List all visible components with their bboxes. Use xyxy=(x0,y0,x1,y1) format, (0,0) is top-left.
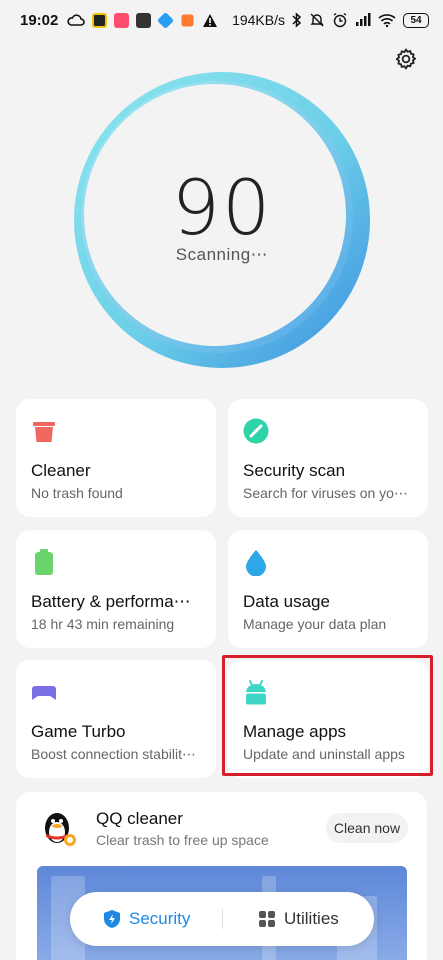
bluetooth-icon xyxy=(292,12,302,28)
tab-security[interactable]: Security xyxy=(103,892,190,946)
card-subtitle: Update and uninstall apps xyxy=(243,746,405,762)
card-title: Cleaner xyxy=(31,461,91,480)
warning-icon xyxy=(203,13,218,27)
cleaner-card[interactable]: Cleaner No trash found xyxy=(16,399,216,517)
status-time: 19:02 xyxy=(20,11,59,29)
app-notification-icon xyxy=(114,12,130,28)
card-subtitle: No trash found xyxy=(31,485,123,501)
tab-utilities-label: Utilities xyxy=(284,909,339,928)
scan-progress-ring: 90 Scanning⋯ xyxy=(65,68,379,372)
card-subtitle: Boost connection stabilit⋯ xyxy=(31,746,196,762)
app-notification-icon xyxy=(92,12,108,28)
battery-performance-card[interactable]: Battery & performa⋯ 18 hr 43 min remaini… xyxy=(16,530,216,648)
nav-divider xyxy=(222,909,223,929)
game-turbo-card[interactable]: Game Turbo Boost connection stabilit⋯ xyxy=(16,660,216,778)
qq-cleaner-title: QQ cleaner xyxy=(96,809,183,828)
data-usage-card[interactable]: Data usage Manage your data plan xyxy=(228,530,428,648)
android-app-icon xyxy=(246,680,266,705)
card-title: Security scan xyxy=(243,461,346,480)
gamepad-icon xyxy=(32,686,56,700)
bottom-navigation: Security Utilities xyxy=(70,892,374,946)
card-subtitle: Search for viruses on yo⋯ xyxy=(243,485,408,501)
battery-indicator: 54 xyxy=(403,12,429,28)
settings-button[interactable] xyxy=(393,46,419,72)
battery-icon xyxy=(35,549,53,575)
app-notification-icon xyxy=(136,12,152,28)
alarm-icon xyxy=(333,12,347,28)
security-scan-card[interactable]: Security scan Search for viruses on yo⋯ xyxy=(228,399,428,517)
trash-icon xyxy=(33,422,55,442)
mute-icon xyxy=(310,13,324,27)
tab-security-label: Security xyxy=(129,909,191,928)
tab-utilities[interactable]: Utilities xyxy=(258,892,339,946)
card-title: Manage apps xyxy=(243,722,347,741)
card-subtitle: Manage your data plan xyxy=(243,616,387,632)
status-bar: 19:02 194KB/s 54 xyxy=(0,0,443,40)
app-notification-icon xyxy=(157,11,175,29)
manage-apps-card[interactable]: Manage apps Update and uninstall apps xyxy=(228,660,428,778)
card-title: Data usage xyxy=(243,592,330,611)
qq-penguin-icon xyxy=(45,813,76,846)
qq-cleaner-subtitle: Clear trash to free up space xyxy=(96,832,269,848)
cloud-icon xyxy=(67,14,86,26)
clean-now-button[interactable]: Clean now xyxy=(326,813,408,843)
grid-icon xyxy=(259,911,275,927)
scan-status-text: Scanning⋯ xyxy=(175,245,269,264)
network-speed: 194KB/s xyxy=(232,12,285,28)
card-subtitle: 18 hr 43 min remaining xyxy=(31,616,175,632)
water-drop-icon xyxy=(246,550,266,576)
security-score: 90 xyxy=(171,163,273,252)
shield-icon xyxy=(104,910,120,928)
card-title: Battery & performa⋯ xyxy=(31,592,191,611)
card-title: Game Turbo xyxy=(31,722,126,741)
wifi-icon xyxy=(378,14,396,27)
app-notification-icon xyxy=(181,14,194,26)
gear-icon xyxy=(395,48,417,70)
security-scan-icon xyxy=(243,418,269,444)
signal-icon xyxy=(356,13,371,26)
